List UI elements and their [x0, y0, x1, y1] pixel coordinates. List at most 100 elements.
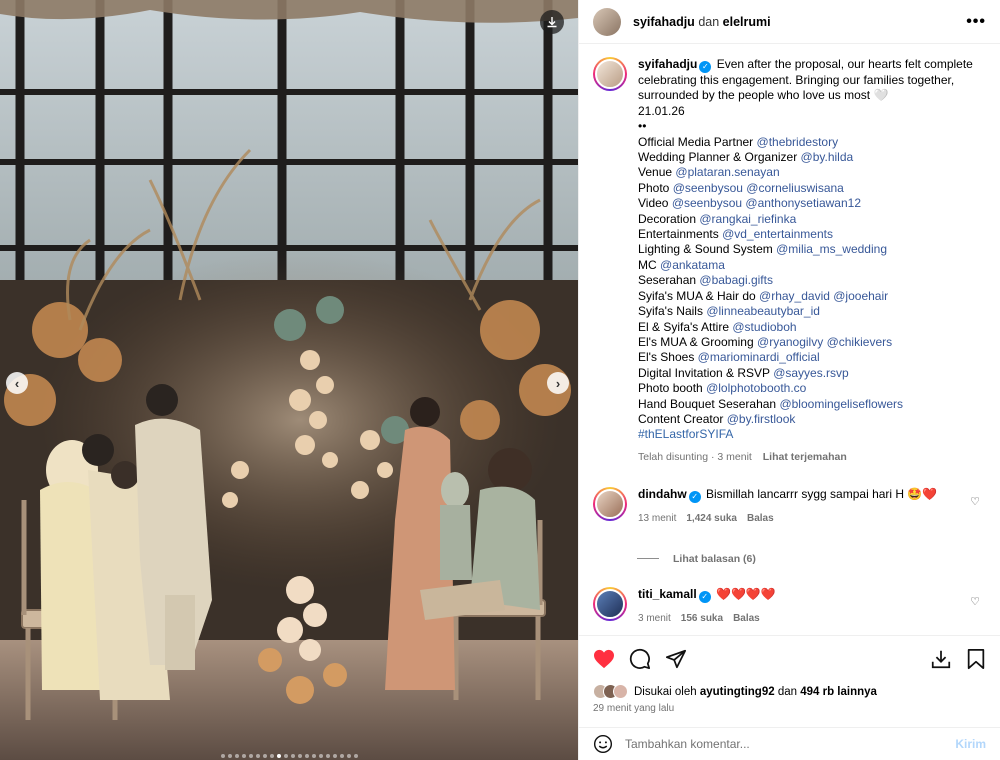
like-heart-icon[interactable]: [593, 649, 615, 669]
likes-summary: Disukai oleh ayutingting92 dan 494 rb la…: [593, 684, 986, 699]
post-photo[interactable]: ‹ ›: [0, 0, 578, 760]
mention-link[interactable]: @by.firstlook: [727, 412, 796, 426]
mention-link[interactable]: @lolphotobooth.co: [706, 381, 806, 395]
emoji-icon[interactable]: [593, 734, 613, 754]
post-timestamp: 29 menit yang lalu: [593, 703, 675, 714]
liker-avatars: [593, 684, 628, 699]
next-photo-button[interactable]: ›: [547, 372, 569, 394]
credit-role: Hand Bouquet Seserahan: [638, 396, 777, 411]
credit-role: Entertainments: [638, 227, 719, 242]
commenter-username[interactable]: titi_kamall: [638, 587, 697, 601]
caption-avatar[interactable]: [593, 57, 627, 91]
post-header: syifahadju dan elelrumi •••: [579, 0, 1000, 44]
mention-link[interactable]: @bloomingeliseflowers: [779, 397, 903, 411]
more-options-button[interactable]: •••: [966, 13, 986, 31]
comment-likes[interactable]: 1,424 suka: [686, 513, 737, 524]
mention-link[interactable]: @ryanogilvy: [757, 335, 823, 349]
carousel-dot[interactable]: [325, 754, 330, 758]
credit-role: Video: [638, 196, 669, 211]
author-avatar[interactable]: [593, 7, 621, 36]
view-replies-button[interactable]: Lihat balasan (6): [637, 553, 986, 565]
caption-username[interactable]: syifahadju: [638, 57, 697, 71]
comment-text: Bismillah lancarrr sygg sampai hari H 🤩❤…: [706, 487, 938, 502]
mention-link[interactable]: @mariominardi_official: [698, 350, 820, 364]
carousel-dot[interactable]: [220, 754, 225, 758]
carousel-dot[interactable]: [248, 754, 253, 758]
post-comment-button[interactable]: Kirim: [955, 737, 986, 751]
see-translation-link[interactable]: Lihat terjemahan: [763, 451, 847, 463]
carousel-dot[interactable]: [297, 754, 302, 758]
carousel-dot[interactable]: [353, 754, 358, 758]
mention-link[interactable]: @linneabeautybar_id: [706, 304, 820, 318]
credit-role: Photo: [638, 180, 670, 195]
bookmark-icon[interactable]: [966, 648, 986, 670]
collaborator-username[interactable]: elelrumi: [723, 15, 771, 29]
mention-link[interactable]: @thebridestory: [757, 135, 839, 149]
mention-link[interactable]: @sayyes.rsvp: [773, 366, 849, 380]
credit-line: Content Creator @by.firstlook: [638, 412, 986, 427]
credit-role: El's MUA & Grooming: [638, 334, 754, 349]
comment-likes[interactable]: 156 suka: [681, 613, 723, 624]
carousel-dot[interactable]: [304, 754, 309, 758]
mention-link[interactable]: @seenbysou: [673, 181, 743, 195]
credit-line: Hand Bouquet Seserahan @bloomingeliseflo…: [638, 397, 986, 412]
carousel-dot[interactable]: [234, 754, 239, 758]
comment-composer: Kirim: [579, 727, 1000, 760]
download-tray-icon[interactable]: [930, 648, 952, 670]
share-icon[interactable]: [665, 648, 687, 670]
mention-link[interactable]: @babagi.gifts: [699, 273, 773, 287]
comment-time: 3 menit: [638, 612, 671, 624]
mention-link[interactable]: @jooehair: [833, 289, 888, 303]
mention-link[interactable]: @vd_entertainments: [722, 227, 833, 241]
reply-button[interactable]: Balas: [747, 513, 774, 524]
carousel-dot[interactable]: [290, 754, 295, 758]
credit-role: El & Syifa's Attire: [638, 319, 729, 334]
likes-count-link[interactable]: 494 rb lainnya: [800, 686, 877, 698]
comment-input[interactable]: [625, 737, 956, 751]
mention-link[interactable]: @ankatama: [660, 258, 725, 272]
carousel-indicator: [0, 754, 578, 758]
author-username[interactable]: syifahadju: [633, 15, 695, 29]
commenter-username[interactable]: dindahw: [638, 487, 687, 501]
mention-link[interactable]: @rhay_david: [759, 289, 830, 303]
carousel-dot[interactable]: [227, 754, 232, 758]
mention-link[interactable]: @chikievers: [827, 335, 893, 349]
liker-username[interactable]: ayutingting92: [700, 686, 775, 698]
carousel-dot[interactable]: [241, 754, 246, 758]
mention-link[interactable]: @studioboh: [732, 320, 796, 334]
reply-button[interactable]: Balas: [733, 613, 760, 624]
mention-link[interactable]: @milia_ms_wedding: [776, 242, 887, 256]
hashtag-link[interactable]: #thELastforSYIFA: [638, 427, 986, 442]
credit-line: Syifa's Nails @linneabeautybar_id: [638, 304, 986, 319]
mention-link[interactable]: @anthonysetiawan12: [745, 196, 861, 210]
mention-link[interactable]: @rangkai_riefinka: [699, 212, 796, 226]
carousel-dot[interactable]: [276, 754, 281, 758]
carousel-dot[interactable]: [332, 754, 337, 758]
mention-link[interactable]: @by.hilda: [801, 150, 854, 164]
credit-role: MC: [638, 257, 657, 272]
comment-like-heart-icon[interactable]: ♡: [970, 595, 980, 608]
credit-role: Venue: [638, 165, 673, 180]
credit-line: El's Shoes @mariominardi_official: [638, 350, 986, 365]
carousel-dot[interactable]: [262, 754, 267, 758]
commenter-avatar[interactable]: [593, 487, 627, 522]
edited-timestamp: Telah disunting · 3 menit: [638, 450, 752, 463]
carousel-dot[interactable]: [255, 754, 260, 758]
carousel-dot[interactable]: [283, 754, 288, 758]
commenter-avatar[interactable]: [593, 586, 627, 621]
mention-link[interactable]: @corneliuswisana: [746, 181, 844, 195]
download-button[interactable]: [540, 10, 564, 34]
comment-like-heart-icon[interactable]: ♡: [970, 495, 980, 508]
comment-icon[interactable]: [629, 648, 651, 670]
caption: syifahadju ✓ Even after the proposal, our…: [593, 57, 986, 465]
carousel-dot[interactable]: [339, 754, 344, 758]
comments-scroll-area[interactable]: syifahadju ✓ Even after the proposal, our…: [579, 45, 1000, 635]
carousel-dot[interactable]: [318, 754, 323, 758]
mention-link[interactable]: @plataran.senayan: [675, 165, 779, 179]
carousel-dot[interactable]: [311, 754, 316, 758]
credit-line: Digital Invitation & RSVP @sayyes.rsvp: [638, 366, 986, 381]
previous-photo-button[interactable]: ‹: [6, 372, 28, 394]
carousel-dot[interactable]: [346, 754, 351, 758]
mention-link[interactable]: @seenbysou: [672, 196, 742, 210]
carousel-dot[interactable]: [269, 754, 274, 758]
